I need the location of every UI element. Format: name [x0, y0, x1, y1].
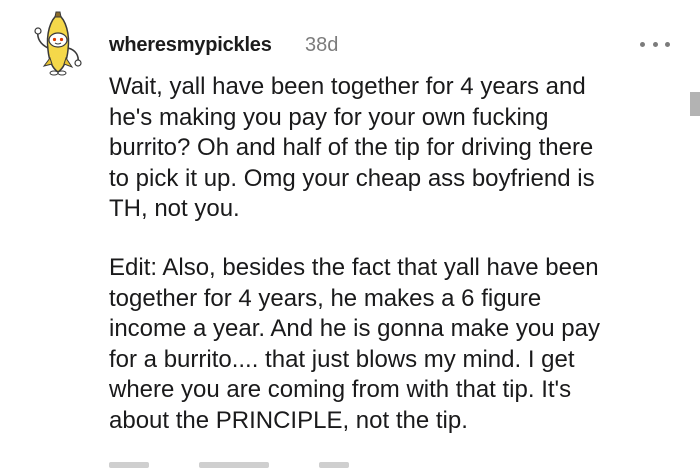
vote-action[interactable] — [199, 462, 269, 468]
more-dot — [665, 41, 670, 47]
comment-text-line: to pick it up. Omg your cheap ass boyfri… — [109, 164, 595, 192]
comment-text-line: Edit: Also, besides the fact that yall h… — [109, 254, 599, 281]
comment: wheresmypickles 38d Wait, yall have been… — [0, 0, 700, 470]
comment-text-line: TH, not you. — [109, 195, 240, 222]
comment-paragraph: Edit: Also, besides the fact that yall h… — [109, 253, 679, 436]
comment-action-bar — [109, 462, 529, 470]
comment-text-line: about the PRINCIPLE, not the tip. — [109, 406, 468, 434]
comment-age: 38d — [305, 34, 339, 56]
banana-snoo-avatar-icon[interactable] — [30, 10, 86, 76]
more-options-icon[interactable] — [640, 34, 670, 54]
scrollbar-thumb[interactable] — [690, 92, 700, 116]
comment-text-line: income a year. And he is gonna make you … — [109, 315, 600, 342]
more-dot — [652, 41, 658, 47]
share-action[interactable] — [319, 462, 349, 468]
comment-text-line: where you are coming from with that tip.… — [109, 376, 572, 403]
comment-author[interactable]: wheresmypickles — [109, 34, 272, 57]
comment-text-line: together for 4 years, he makes a 6 figur… — [109, 284, 542, 312]
comment-text-line: for a burrito.... that just blows my min… — [109, 345, 575, 373]
reply-action[interactable] — [109, 462, 149, 468]
comment-paragraph: Wait, yall have been together for 4 year… — [109, 72, 679, 225]
comment-text-line: Wait, yall have been together for 4 year… — [109, 73, 586, 100]
more-dot — [640, 41, 645, 47]
comment-text-line: he's making you pay for your own fucking — [109, 103, 549, 131]
comment-text-line: burrito? Oh and half of the tip for driv… — [109, 134, 594, 161]
